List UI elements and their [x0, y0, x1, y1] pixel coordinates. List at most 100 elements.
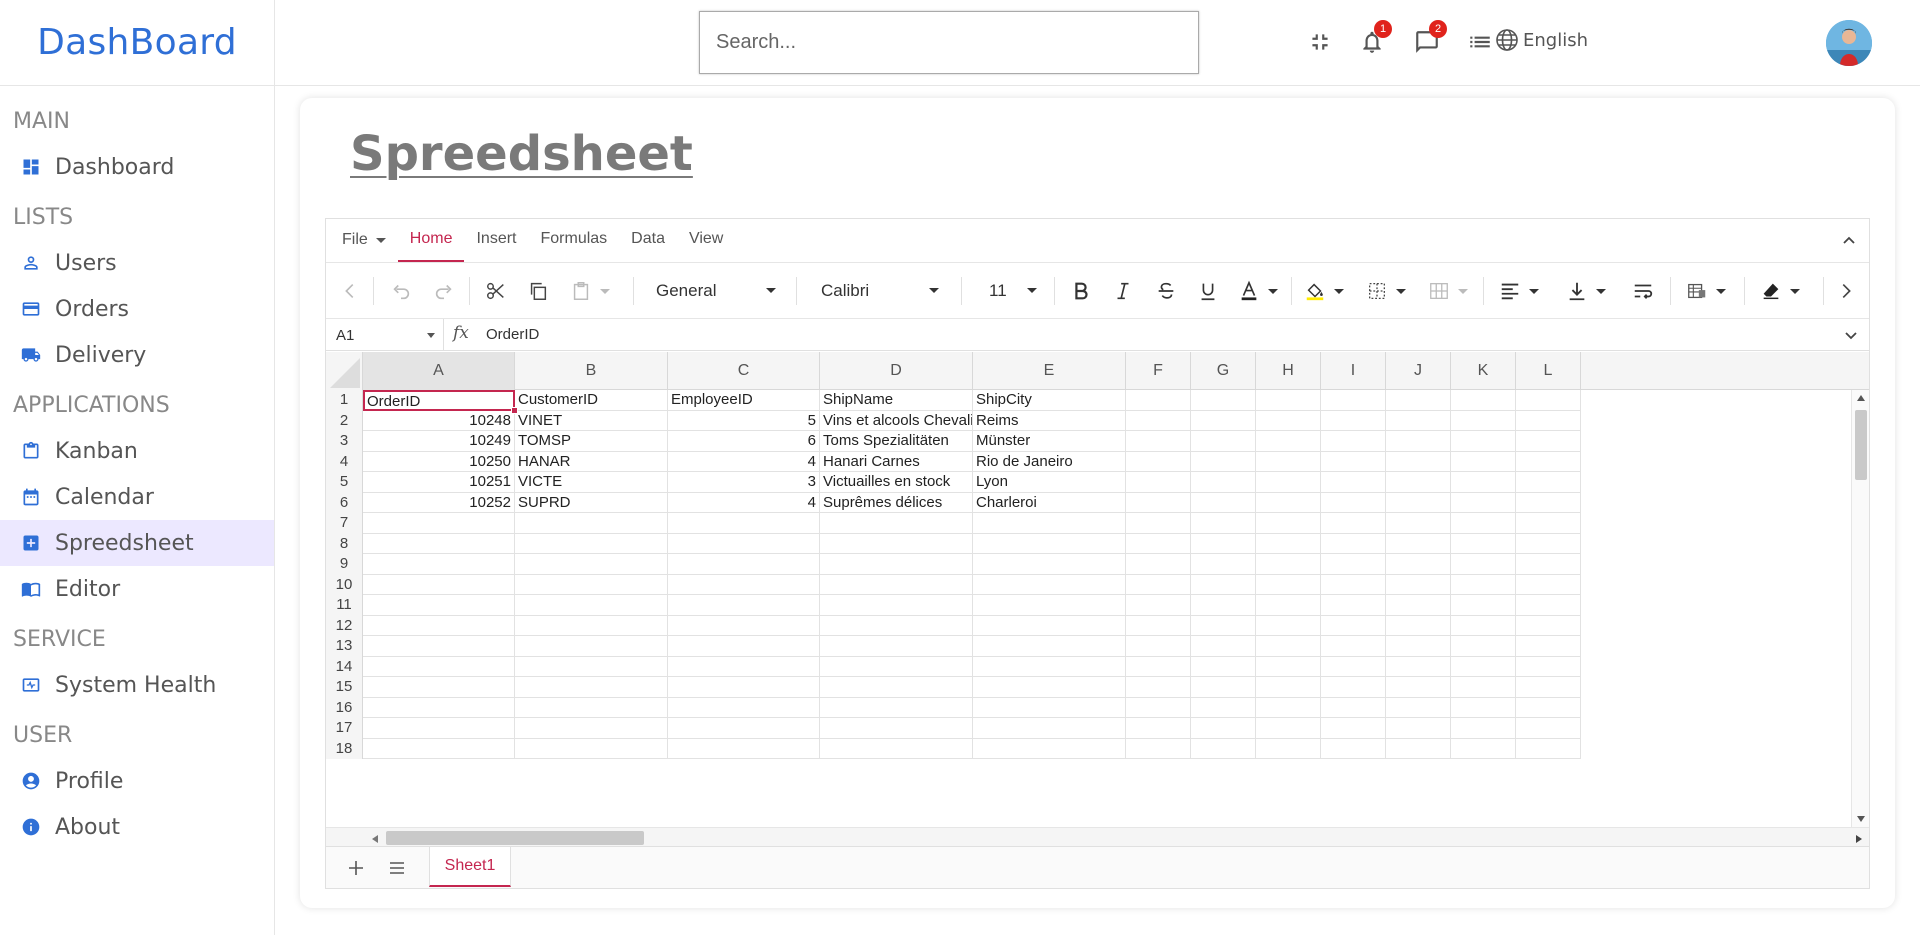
cell[interactable]: [363, 615, 515, 636]
cell[interactable]: [1321, 697, 1386, 718]
cell[interactable]: [1191, 738, 1256, 759]
cell[interactable]: [1516, 492, 1581, 513]
cell[interactable]: [1516, 595, 1581, 616]
row-header[interactable]: 15: [326, 677, 363, 698]
cell[interactable]: [1321, 533, 1386, 554]
cell[interactable]: [1191, 513, 1256, 534]
cell[interactable]: [973, 738, 1126, 759]
cell[interactable]: [1386, 492, 1451, 513]
scroll-left-icon[interactable]: [371, 834, 379, 844]
cell[interactable]: [820, 697, 973, 718]
row-header[interactable]: 6: [326, 492, 363, 513]
name-box[interactable]: A1: [326, 319, 444, 351]
cell[interactable]: CustomerID: [515, 390, 668, 411]
cell[interactable]: [1516, 718, 1581, 739]
row-header[interactable]: 9: [326, 554, 363, 575]
scroll-left-button[interactable]: [338, 273, 362, 309]
cell[interactable]: [973, 636, 1126, 657]
cell[interactable]: [1256, 390, 1321, 411]
cell[interactable]: [1256, 533, 1321, 554]
cell[interactable]: OrderID: [363, 390, 515, 411]
language-selector[interactable]: English: [1495, 28, 1588, 52]
cell[interactable]: [1321, 595, 1386, 616]
cell[interactable]: [1321, 677, 1386, 698]
cell[interactable]: [1191, 656, 1256, 677]
cell[interactable]: [1191, 410, 1256, 431]
column-header[interactable]: K: [1451, 352, 1516, 390]
cell[interactable]: [1321, 431, 1386, 452]
column-header[interactable]: C: [668, 352, 820, 390]
cell[interactable]: [1256, 656, 1321, 677]
cell[interactable]: [1126, 431, 1191, 452]
cell[interactable]: [1321, 472, 1386, 493]
cell[interactable]: [1451, 656, 1516, 677]
cell[interactable]: [973, 513, 1126, 534]
cell[interactable]: [1516, 390, 1581, 411]
cell[interactable]: Rio de Janeiro: [973, 451, 1126, 472]
cell[interactable]: [820, 738, 973, 759]
wrap-text-button[interactable]: [1627, 273, 1659, 309]
cell[interactable]: Charleroi: [973, 492, 1126, 513]
cell[interactable]: [820, 615, 973, 636]
cell[interactable]: [1451, 738, 1516, 759]
cell[interactable]: [973, 533, 1126, 554]
row-header[interactable]: 14: [326, 656, 363, 677]
row-header[interactable]: 10: [326, 574, 363, 595]
cell[interactable]: [1451, 595, 1516, 616]
cell[interactable]: Vins et alcools Chevalier: [820, 410, 973, 431]
sidebar-item-orders[interactable]: Orders: [0, 286, 274, 332]
cell[interactable]: [1386, 615, 1451, 636]
cell[interactable]: [1126, 472, 1191, 493]
clear-button[interactable]: [1756, 273, 1804, 309]
sidebar-item-about[interactable]: About: [0, 804, 274, 850]
font-color-button[interactable]: [1234, 273, 1282, 309]
select-all-corner[interactable]: [326, 352, 363, 390]
cell[interactable]: [1256, 636, 1321, 657]
cell[interactable]: [363, 656, 515, 677]
cell[interactable]: [1516, 697, 1581, 718]
cell[interactable]: [1191, 390, 1256, 411]
cell[interactable]: TOMSP: [515, 431, 668, 452]
cell[interactable]: Reims: [973, 410, 1126, 431]
bold-button[interactable]: [1066, 273, 1096, 309]
cell[interactable]: 4: [668, 451, 820, 472]
cell[interactable]: [363, 533, 515, 554]
tab-home[interactable]: Home: [397, 218, 465, 262]
cell[interactable]: [515, 615, 668, 636]
sidebar-item-delivery[interactable]: Delivery: [0, 332, 274, 378]
cell[interactable]: [1386, 738, 1451, 759]
cell[interactable]: [1126, 554, 1191, 575]
scroll-down-icon[interactable]: [1856, 815, 1866, 823]
cell[interactable]: [1386, 636, 1451, 657]
cell[interactable]: [1126, 656, 1191, 677]
cell[interactable]: [1516, 472, 1581, 493]
cell[interactable]: [1451, 615, 1516, 636]
cell[interactable]: 10250: [363, 451, 515, 472]
cell[interactable]: [363, 513, 515, 534]
column-header[interactable]: F: [1126, 352, 1191, 390]
row-header[interactable]: 11: [326, 595, 363, 616]
horizontal-scroll-thumb[interactable]: [386, 831, 644, 845]
cell[interactable]: [1256, 718, 1321, 739]
cell[interactable]: [668, 513, 820, 534]
cell[interactable]: [1451, 574, 1516, 595]
cell[interactable]: 6: [668, 431, 820, 452]
cell[interactable]: [363, 574, 515, 595]
sidebar-item-dashboard[interactable]: Dashboard: [0, 144, 274, 190]
column-header[interactable]: D: [820, 352, 973, 390]
sheet-list-button[interactable]: [385, 856, 409, 880]
cell[interactable]: [1386, 451, 1451, 472]
cell[interactable]: [363, 677, 515, 698]
cell[interactable]: [973, 656, 1126, 677]
fill-handle[interactable]: [511, 406, 518, 414]
cell[interactable]: ShipName: [820, 390, 973, 411]
cell[interactable]: [1451, 451, 1516, 472]
column-header[interactable]: E: [973, 352, 1126, 390]
cell[interactable]: Toms Spezialitäten: [820, 431, 973, 452]
cell[interactable]: [1191, 451, 1256, 472]
cell[interactable]: [1191, 492, 1256, 513]
underline-button[interactable]: [1193, 273, 1223, 309]
cell[interactable]: [515, 697, 668, 718]
borders-button[interactable]: [1361, 273, 1411, 309]
cell[interactable]: [973, 574, 1126, 595]
